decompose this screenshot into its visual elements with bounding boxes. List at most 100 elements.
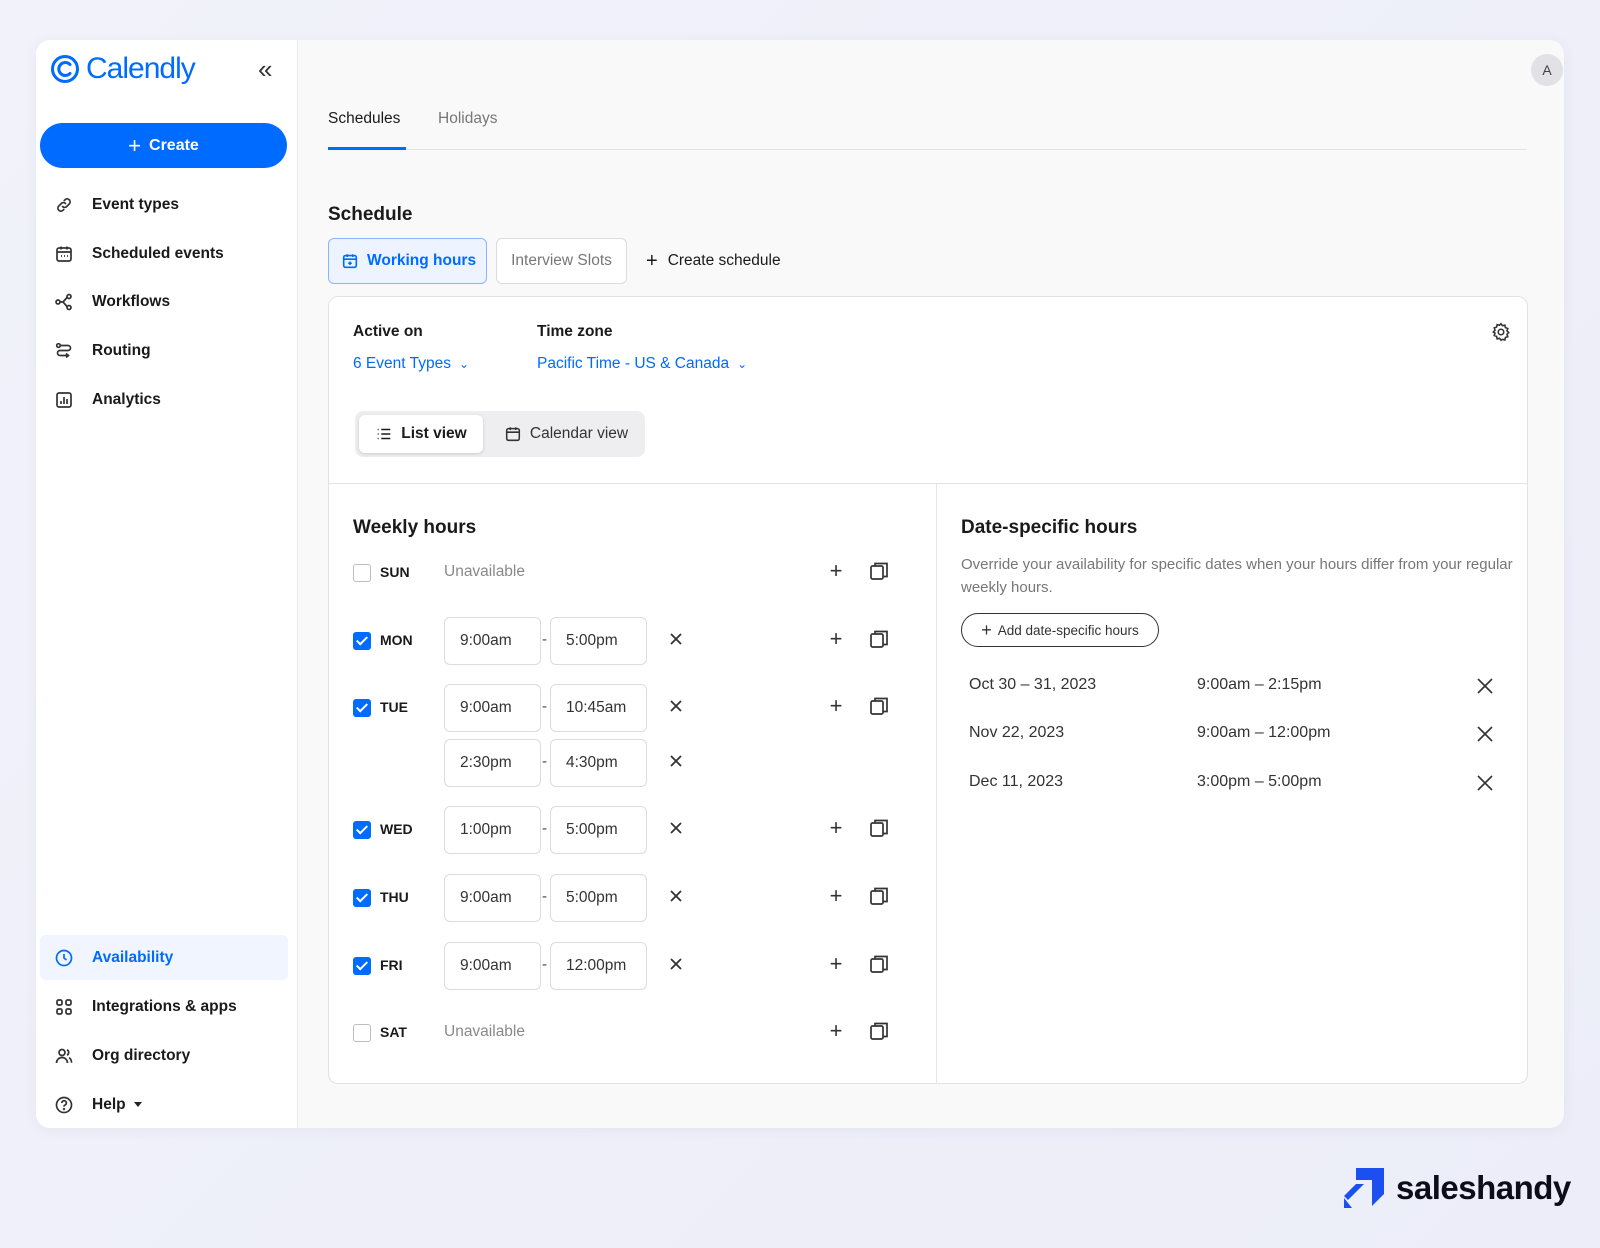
close-icon[interactable] [664,694,688,718]
sidebar-item-org-directory[interactable]: Org directory [40,1033,288,1078]
sidebar-item-scheduled-events[interactable]: Scheduled events [40,231,288,276]
copy-icon[interactable] [868,695,890,717]
tab-schedules[interactable]: Schedules [328,110,406,150]
range-separator: - [542,698,547,715]
day-checkbox-fri[interactable] [353,957,371,975]
start-time-input[interactable]: 9:00am [444,684,541,732]
end-time-input[interactable]: 12:00pm [550,942,647,990]
close-icon[interactable] [664,816,688,840]
weekly-row-sat: SAT Unavailable + [353,1009,913,1057]
sidebar: Calendly « + Create Event types Schedule… [36,40,298,1128]
close-icon[interactable] [1473,771,1497,795]
start-time-input[interactable]: 9:00am [444,617,541,665]
add-date-specific-button[interactable]: + Add date-specific hours [961,613,1159,647]
people-icon [55,1048,73,1063]
sidebar-item-analytics[interactable]: Analytics [40,377,288,422]
start-time-input[interactable]: 9:00am [444,942,541,990]
saleshandy-wordmark: saleshandy [1396,1169,1571,1206]
collapse-sidebar-icon[interactable]: « [258,56,272,82]
gear-icon[interactable] [1490,321,1512,343]
start-time-input[interactable]: 9:00am [444,874,541,922]
sidebar-item-label: Routing [92,341,151,359]
sidebar-item-workflows[interactable]: Workflows [40,279,288,324]
range-separator: - [542,753,547,770]
override-date: Nov 22, 2023 [969,724,1065,741]
timezone-label: Time zone [537,323,613,340]
end-time-input[interactable]: 4:30pm [550,739,647,787]
range-separator: - [542,956,547,973]
sidebar-item-help[interactable]: Help [40,1082,288,1127]
close-icon[interactable] [664,884,688,908]
day-checkbox-sun[interactable] [353,564,371,582]
calendly-logo[interactable]: Calendly [50,52,196,86]
plus-icon: + [128,132,142,158]
divider [936,483,937,1083]
date-specific-title: Date-specific hours [961,517,1138,538]
add-interval-icon[interactable]: + [823,558,849,584]
schedule-chip-working-hours[interactable]: Working hours [328,238,487,284]
date-specific-row: Nov 22, 2023 9:00am – 12:00pm [961,714,1521,754]
range-separator: - [542,631,547,648]
sidebar-item-label: Workflows [92,292,171,310]
copy-icon[interactable] [868,953,890,975]
add-interval-icon[interactable]: + [823,693,849,719]
copy-icon[interactable] [868,1020,890,1042]
sidebar-item-integrations[interactable]: Integrations & apps [40,984,288,1029]
weekly-row-mon: MON 9:00am - 5:00pm + [353,617,913,665]
workflow-icon [55,293,72,310]
sidebar-item-label: Analytics [92,390,161,408]
copy-icon[interactable] [868,560,890,582]
close-icon[interactable] [664,749,688,773]
link-icon [57,197,71,212]
active-on-dropdown[interactable]: 6 Event Types ⌄ [353,355,469,373]
copy-icon[interactable] [868,628,890,650]
day-checkbox-tue[interactable] [353,699,371,717]
date-specific-row: Dec 11, 2023 3:00pm – 5:00pm [961,763,1521,803]
sidebar-item-label: Availability [92,948,174,966]
sidebar-item-label: Event types [92,195,180,213]
list-view-label: List view [401,425,467,442]
chevron-down-icon [133,1102,142,1107]
avatar[interactable]: A [1531,54,1563,86]
close-icon[interactable] [664,627,688,651]
add-interval-icon[interactable]: + [823,883,849,909]
list-icon [377,428,391,440]
sidebar-item-availability[interactable]: Availability [40,935,288,980]
weekly-row-thu: THU 9:00am - 5:00pm + [353,874,913,922]
day-checkbox-thu[interactable] [353,889,371,907]
clock-icon [55,949,73,966]
create-button[interactable]: + Create [40,123,287,168]
end-time-input[interactable]: 10:45am [550,684,647,732]
start-time-input[interactable]: 1:00pm [444,806,541,854]
sidebar-item-label: Scheduled events [92,244,224,262]
calendar-view-button[interactable]: Calendar view [493,415,639,453]
grid-icon [56,998,72,1015]
schedule-chip-interview-slots[interactable]: Interview Slots [496,238,627,284]
day-checkbox-wed[interactable] [353,821,371,839]
sidebar-item-event-types[interactable]: Event types [40,182,288,227]
sidebar-item-routing[interactable]: Routing [40,328,288,373]
override-time: 9:00am – 2:15pm [1197,676,1322,693]
day-checkbox-sat[interactable] [353,1024,371,1042]
end-time-input[interactable]: 5:00pm [550,806,647,854]
add-interval-icon[interactable]: + [823,626,849,652]
close-icon[interactable] [664,952,688,976]
timezone-dropdown[interactable]: Pacific Time - US & Canada ⌄ [537,355,747,373]
list-view-button[interactable]: List view [359,415,483,453]
end-time-input[interactable]: 5:00pm [550,617,647,665]
end-time-input[interactable]: 5:00pm [550,874,647,922]
close-icon[interactable] [1473,674,1497,698]
create-schedule-button[interactable]: + Create schedule [646,238,781,284]
close-icon[interactable] [1473,722,1497,746]
add-interval-icon[interactable]: + [823,1018,849,1044]
add-interval-icon[interactable]: + [823,951,849,977]
copy-icon[interactable] [868,817,890,839]
start-time-input[interactable]: 2:30pm [444,739,541,787]
override-time: 9:00am – 12:00pm [1197,724,1331,741]
add-interval-icon[interactable]: + [823,815,849,841]
day-checkbox-mon[interactable] [353,632,371,650]
weekly-row-tue-extra: 2:30pm - 4:30pm [353,739,913,787]
tab-holidays[interactable]: Holidays [438,110,497,150]
copy-icon[interactable] [868,885,890,907]
sidebar-item-label: Org directory [92,1046,191,1064]
